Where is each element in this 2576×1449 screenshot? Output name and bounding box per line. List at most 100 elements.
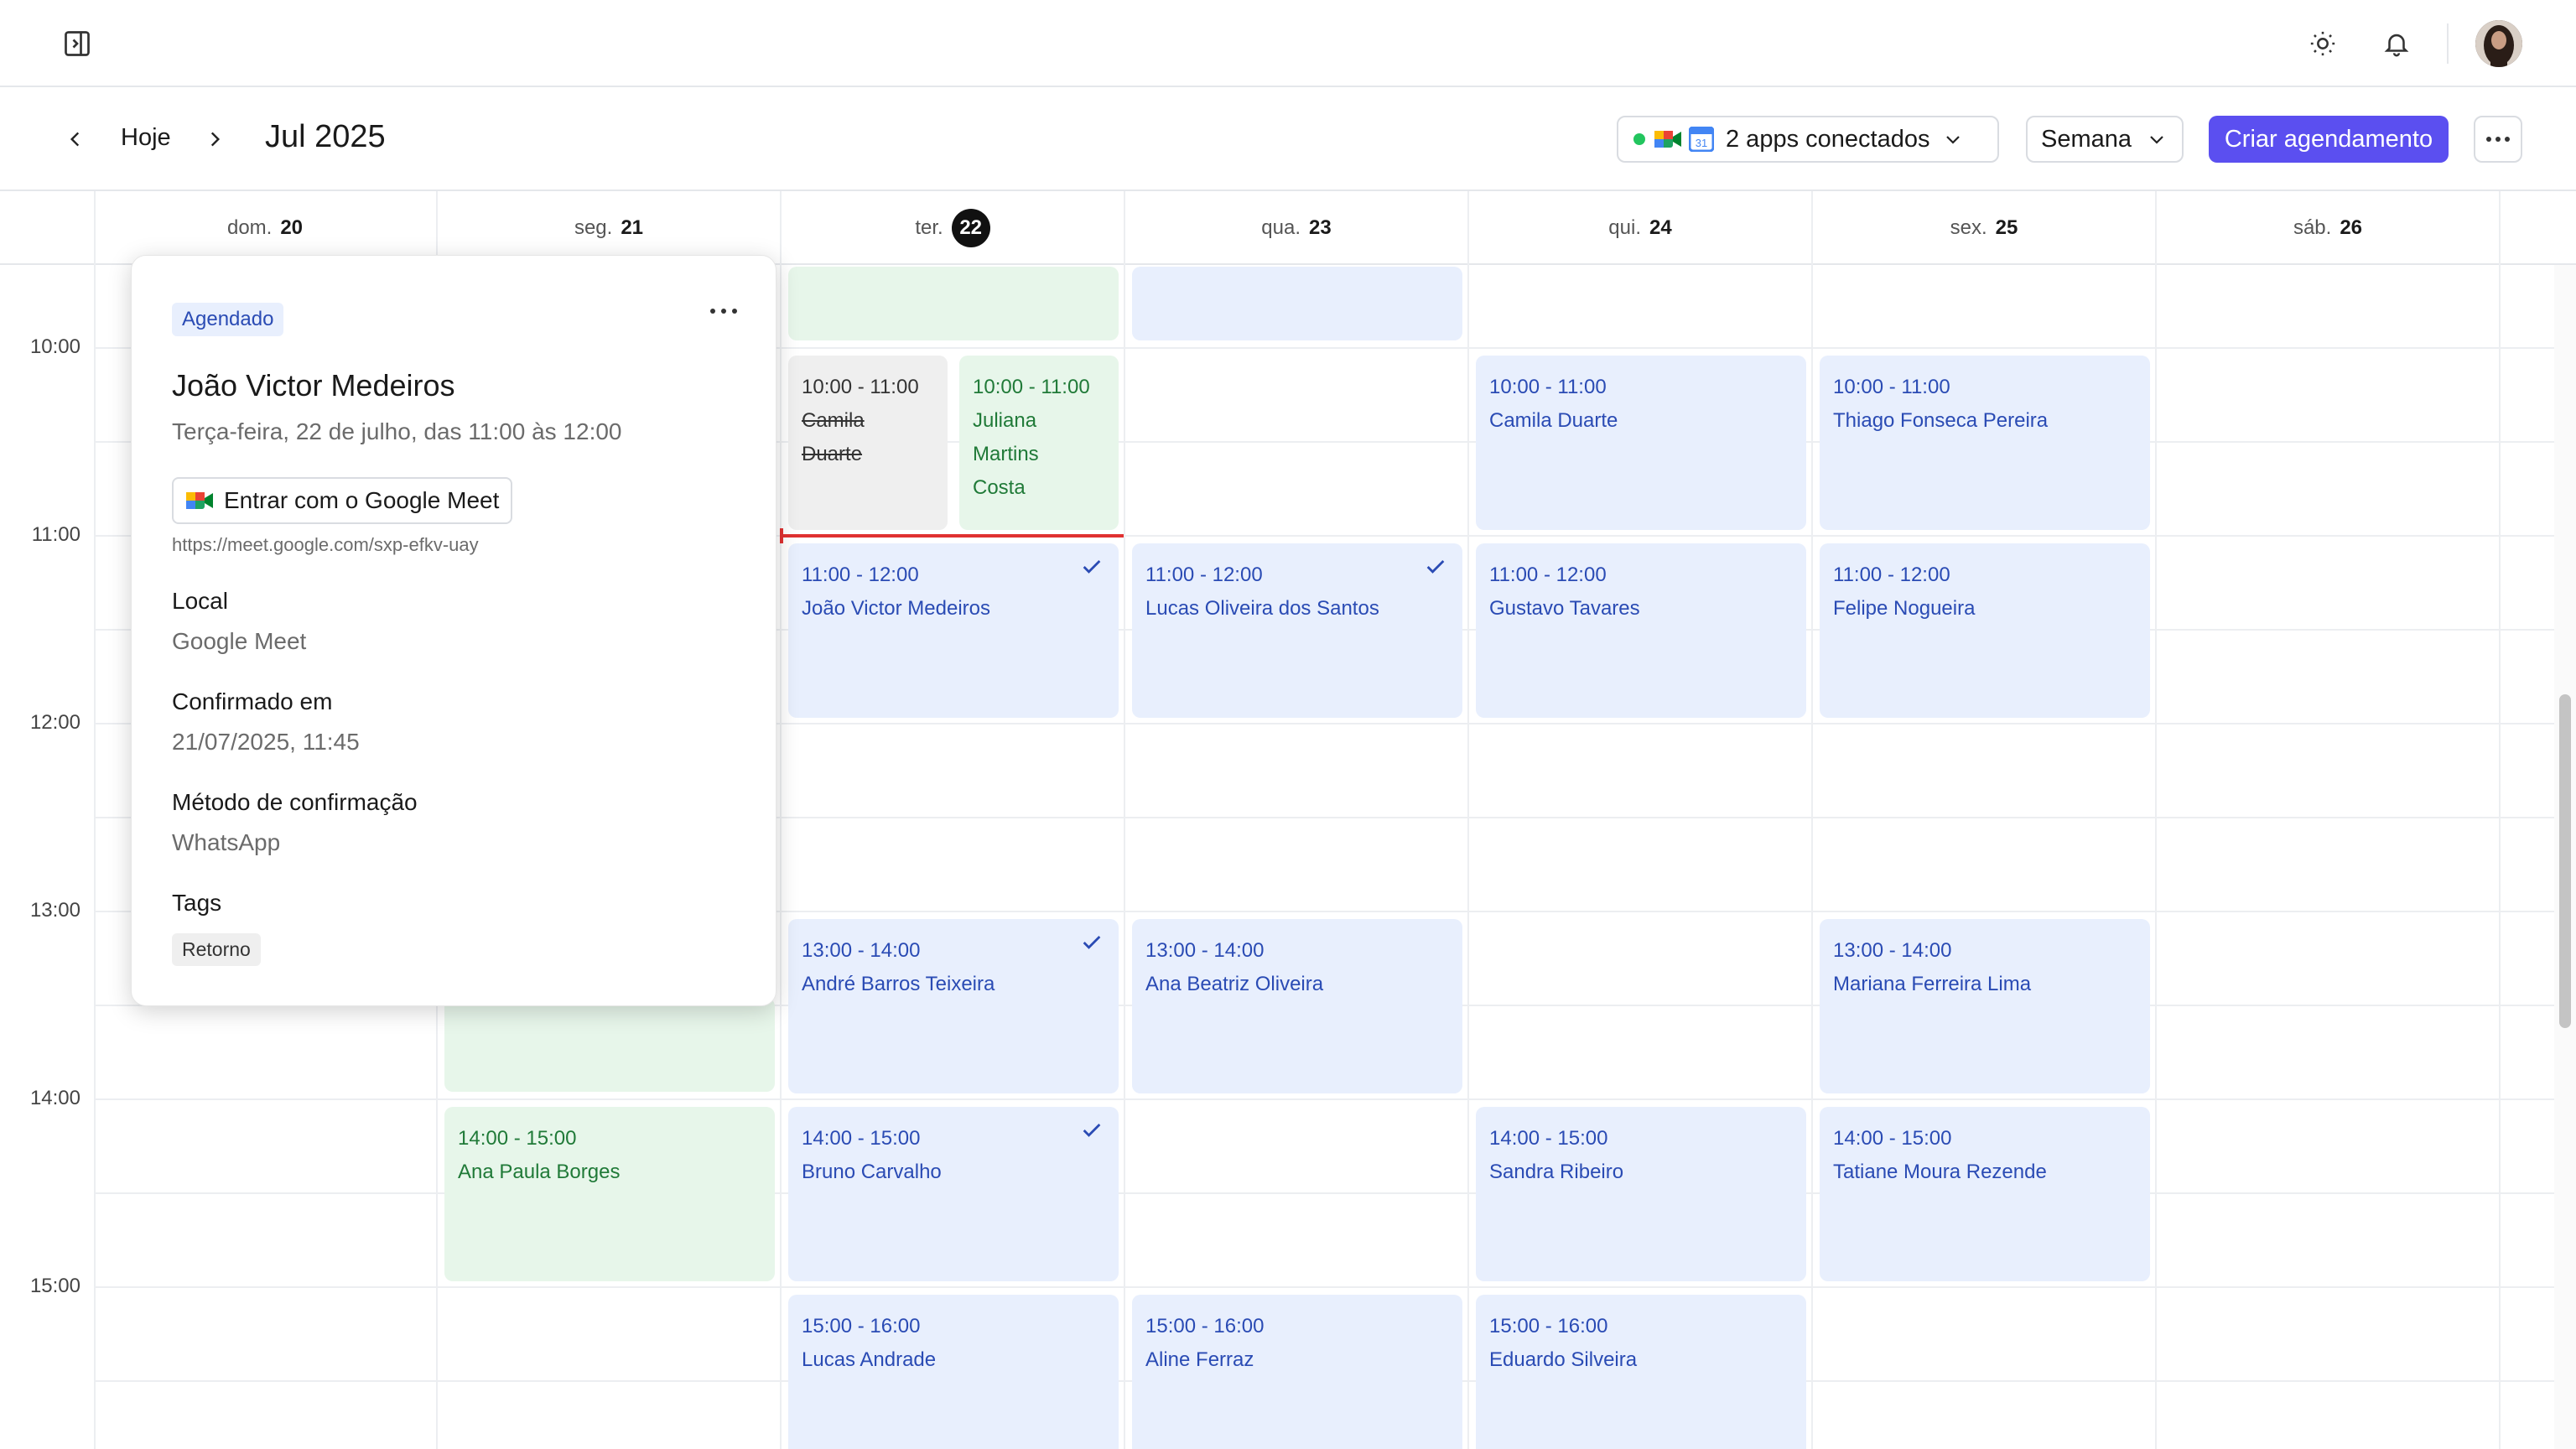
day-number: 20 [280,216,304,239]
event-card[interactable]: 11:00 - 12:00 Gustavo Tavares [1476,543,1806,718]
event-name: Ana Beatriz Oliveira [1145,973,1324,995]
time-label: 12:00 [29,711,80,734]
time-label: 15:00 [29,1275,80,1297]
day-header-tue[interactable]: ter. 22 [782,191,1124,265]
local-value: Google Meet [172,628,307,654]
event-name: Thiago Fonseca Pereira [1833,409,2049,432]
notifications-bell-icon[interactable] [2378,25,2415,62]
confirmation-method-value: WhatsApp [172,829,281,855]
event-card[interactable]: 10:00 - 11:00 Thiago Fonseca Pereira [1820,356,2150,530]
join-meet-label: Entrar com o Google Meet [224,487,500,513]
event-card-partial[interactable] [444,998,775,1092]
time-label: 13:00 [29,899,80,922]
event-time: 15:00 - 16:00 [1145,1315,1265,1337]
event-card[interactable]: 13:00 - 14:00 Mariana Ferreira Lima [1820,919,2150,1093]
day-name: qua. [1261,216,1301,239]
join-google-meet-button[interactable]: Entrar com o Google Meet [172,477,513,524]
event-time: 11:00 - 12:00 [1145,564,1263,586]
divider [2447,23,2449,64]
event-name: Bruno Carvalho [802,1161,942,1183]
event-name: Aline Ferraz [1145,1348,1254,1371]
event-card[interactable]: 11:00 - 12:00 Lucas Oliveira dos Santos [1132,543,1462,718]
event-name: Eduardo Silveira [1489,1348,1638,1371]
day-header-sun[interactable]: dom. 20 [94,191,436,265]
event-time: 10:00 - 11:00 [1833,376,1950,398]
appointment-details-popover: Agendado João Victor Medeiros Terça-feir… [131,255,776,1006]
view-mode-label: Semana [2041,125,2132,153]
event-card[interactable]: 13:00 - 14:00 Ana Beatriz Oliveira [1132,919,1462,1093]
previous-week-button[interactable] [59,122,92,156]
confirmation-method-label: Método de confirmação [172,789,418,815]
event-card[interactable]: 15:00 - 16:00 Lucas Andrade [788,1295,1119,1449]
confirmed-check-icon [1426,560,1445,574]
event-card[interactable]: 14:00 - 15:00 Sandra Ribeiro [1476,1107,1806,1281]
day-header-mon[interactable]: seg. 21 [438,191,780,265]
event-time: 11:00 - 12:00 [1489,564,1607,586]
event-time: 10:00 - 11:00 [802,376,919,398]
event-card[interactable]: 14:00 - 15:00 Tatiane Moura Rezende [1820,1107,2150,1281]
event-time: 10:00 - 11:00 [973,376,1090,398]
day-header-thu[interactable]: qui. 24 [1469,191,1811,265]
event-name: Camila [802,409,865,432]
event-card[interactable]: 10:00 - 11:00 Camila Duarte [1476,356,1806,530]
event-card[interactable]: 13:00 - 14:00 André Barros Teixeira [788,919,1119,1093]
event-card[interactable]: 11:00 - 12:00 Felipe Nogueira [1820,543,2150,718]
day-number: 25 [1995,216,2018,239]
more-options-button[interactable] [2474,116,2522,163]
scrollbar-thumb[interactable] [2559,694,2571,1028]
day-number: 24 [1649,216,1672,239]
chevron-down-icon [2150,136,2163,144]
tag-chip[interactable]: Retorno [172,933,261,966]
google-meet-icon [186,492,213,509]
event-time: 14:00 - 15:00 [1489,1127,1608,1150]
meet-url-link[interactable]: https://meet.google.com/sxp-efkv-uay [172,534,479,556]
view-mode-dropdown[interactable]: Semana [2026,116,2184,163]
day-header-wed[interactable]: qua. 23 [1125,191,1467,265]
event-card-partial[interactable] [788,267,1119,340]
day-header-fri[interactable]: sex. 25 [1813,191,2155,265]
event-card[interactable]: 14:00 - 15:00 Bruno Carvalho [788,1107,1119,1281]
event-card[interactable]: 14:00 - 15:00 Ana Paula Borges [444,1107,775,1281]
confirmed-check-icon [1083,1124,1101,1137]
event-card[interactable]: 10:00 - 11:00 Juliana Martins Costa [959,356,1119,530]
event-card[interactable]: 15:00 - 16:00 Eduardo Silveira [1476,1295,1806,1449]
today-button[interactable]: Hoje [121,124,171,152]
appointment-datetime: Terça-feira, 22 de julho, das 11:00 às 1… [172,418,622,444]
event-card-selected[interactable]: 11:00 - 12:00 João Victor Medeiros [788,543,1119,718]
event-time: 14:00 - 15:00 [458,1127,577,1150]
column-divider [1124,191,1125,1449]
next-week-button[interactable] [198,122,231,156]
event-name: Mariana Ferreira Lima [1833,973,2032,995]
event-name: André Barros Teixeira [802,973,995,995]
current-time-marker [780,528,783,543]
event-name: Lucas Oliveira dos Santos [1145,597,1379,620]
column-divider [94,191,96,1449]
time-label: 10:00 [29,335,80,358]
event-time: 14:00 - 15:00 [1833,1127,1952,1150]
popover-more-button[interactable] [704,294,744,328]
user-avatar[interactable] [2475,20,2522,67]
event-card[interactable]: 15:00 - 16:00 Aline Ferraz [1132,1295,1462,1449]
day-header-sat[interactable]: sáb. 26 [2157,191,2499,265]
day-name: dom. [226,216,273,239]
theme-sun-icon[interactable] [2304,25,2341,62]
event-card-partial[interactable] [1132,267,1462,340]
status-dot-icon [1633,133,1645,145]
event-time: 13:00 - 14:00 [1145,939,1265,962]
event-name: Juliana [973,409,1037,432]
sidebar-toggle-icon[interactable] [59,25,96,62]
time-label: 11:00 [31,523,80,546]
create-appointment-button[interactable]: Criar agendamento [2209,116,2449,163]
confirmed-check-icon [1083,936,1101,949]
day-number: 23 [1309,216,1332,239]
event-card-cancelled[interactable]: 10:00 - 11:00 Camila Duarte [788,356,948,530]
top-bar [0,0,2576,87]
event-name: João Victor Medeiros [802,597,990,620]
event-time: 13:00 - 14:00 [802,939,921,962]
day-number: 21 [621,216,644,239]
confirmed-check-icon [1083,560,1101,574]
event-time: 15:00 - 16:00 [1489,1315,1608,1337]
google-meet-icon [1654,127,1682,151]
connected-apps-dropdown[interactable]: 31 2 apps conectados [1617,116,1999,163]
google-calendar-icon: 31 [1689,127,1714,152]
